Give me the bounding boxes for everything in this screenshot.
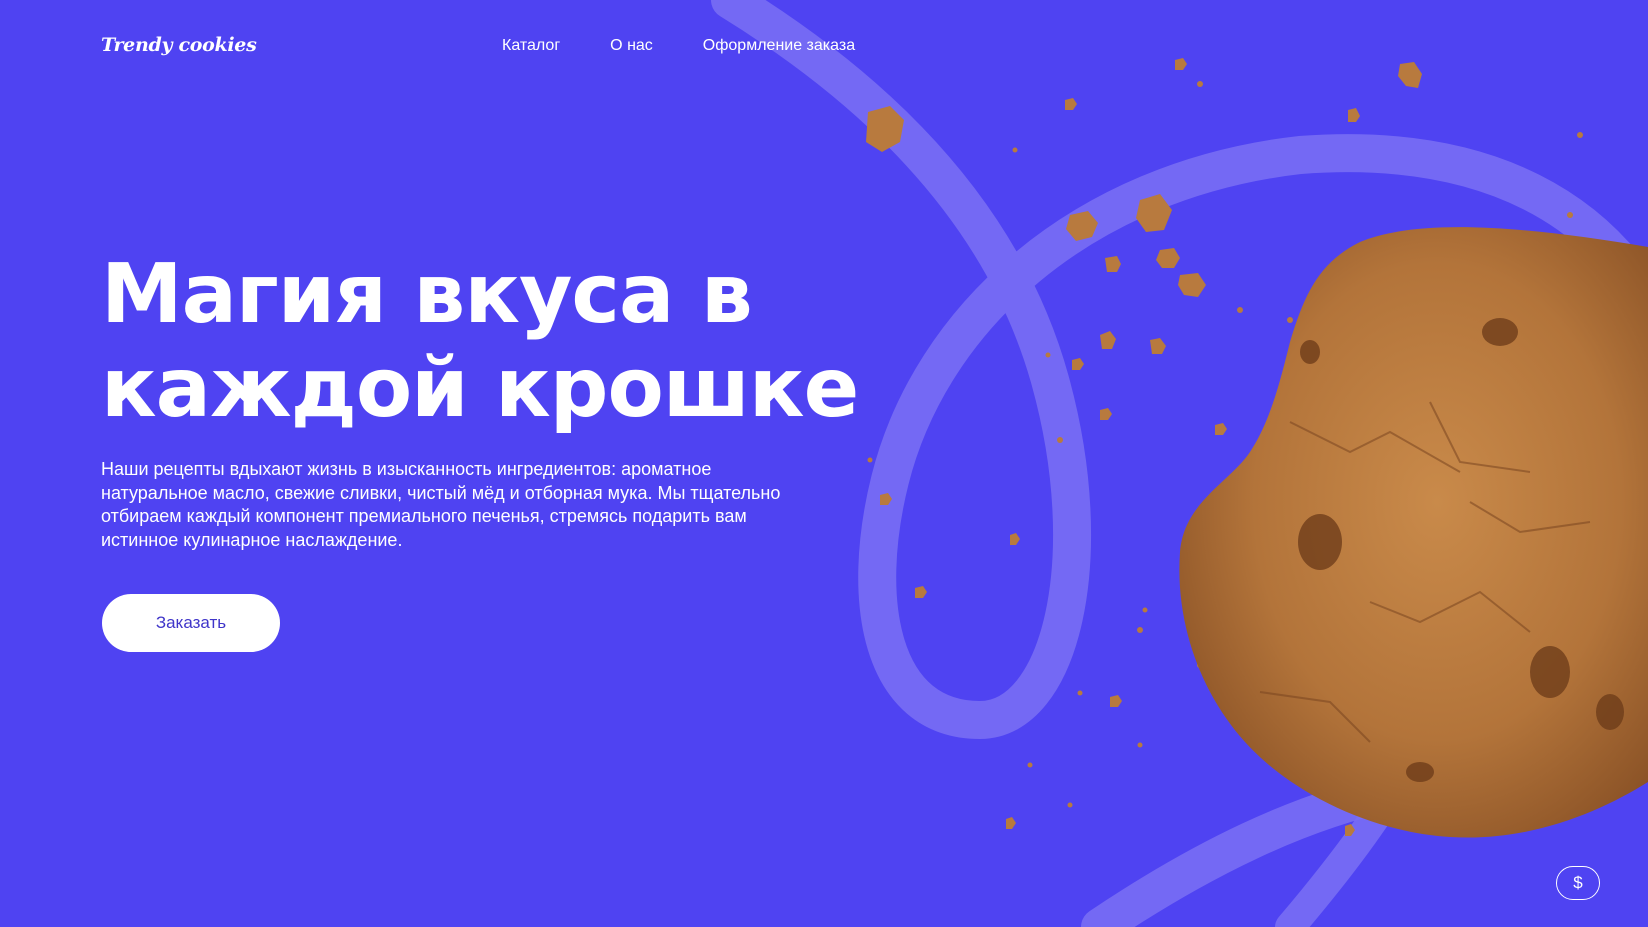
site-header: Trendy cookies Каталог О нас Оформление … [0,0,1648,96]
hero-description: Наши рецепты вдыхают жизнь в изысканност… [101,459,781,550]
nav-about-link[interactable]: О нас [610,37,653,55]
nav-catalog-link[interactable]: Каталог [502,37,560,55]
main-nav: Каталог О нас Оформление заказа [502,37,855,55]
cookie-image [1179,227,1648,838]
currency-button[interactable]: $ [1556,866,1600,900]
logo[interactable]: Trendy cookies [101,34,257,56]
hero-title-line1: Магия вкуса в [101,247,753,342]
landing-page: Trendy cookies Каталог О нас Оформление … [0,0,1648,927]
hero-title-line2: каждой крошке [101,341,859,436]
hero-title: Магия вкуса в каждой крошке [101,248,861,436]
order-button[interactable]: Заказать [102,594,280,652]
nav-checkout-link[interactable]: Оформление заказа [703,37,855,55]
